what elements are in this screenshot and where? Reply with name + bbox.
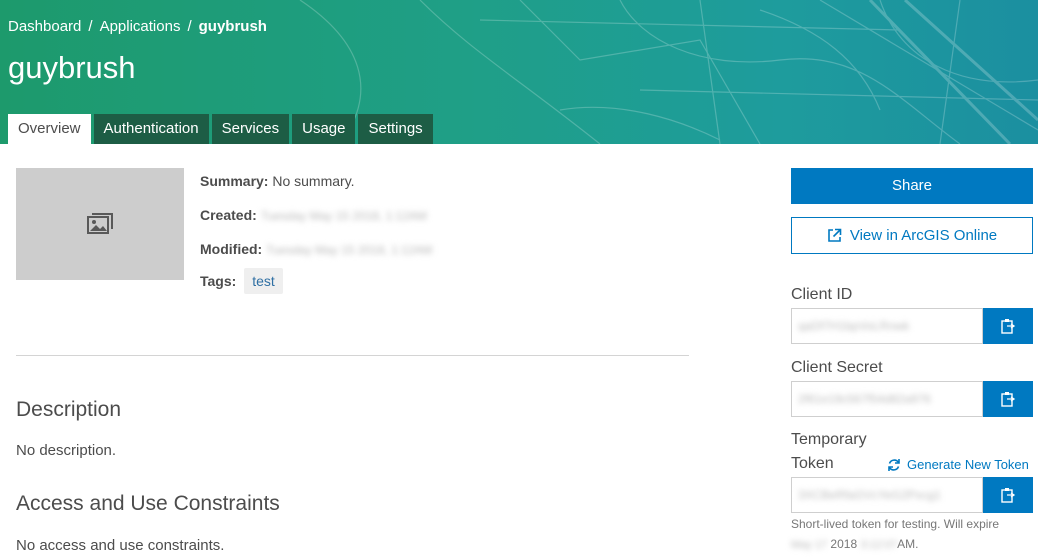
modified-label: Modified: [200,241,263,257]
summary-value: No summary. [272,173,355,189]
description-heading: Description [16,398,122,421]
copy-client-secret-button[interactable] [983,381,1033,417]
created-row: Created: Tuesday May 15 2018, 1:12AM [200,207,427,223]
token-expiry-date: May 17 [791,539,828,551]
tab-bar: Overview Authentication Services Usage S… [8,114,433,144]
client-id-field[interactable]: qaDf7H1bpVoLRnwk [791,308,983,344]
client-secret-label: Client Secret [791,359,883,376]
client-id-label: Client ID [791,286,853,303]
page-header: Dashboard / Applications / guybrush guybrush… [0,0,1038,144]
copy-client-id-button[interactable] [983,308,1033,344]
clipboard-icon [1001,392,1016,407]
breadcrumb-separator: / [88,18,93,35]
external-link-icon [828,228,842,242]
clipboard-icon [1001,488,1016,503]
constraints-text: No access and use constraints. [16,537,225,554]
temporary-token-value: 3XCBeRfaGVcYeG2Pxcg1 [798,488,941,502]
tab-usage[interactable]: Usage [292,114,356,144]
tab-overview[interactable]: Overview [8,114,91,144]
breadcrumb-current: guybrush [198,18,267,35]
tab-authentication[interactable]: Authentication [93,114,209,144]
tab-settings[interactable]: Settings [358,114,433,144]
breadcrumb-applications-link[interactable]: Applications [100,18,181,35]
client-id-value: qaDf7H1bpVoLRnwk [798,319,910,333]
image-icon [87,213,113,234]
tag-chip[interactable]: test [244,268,283,294]
generate-token-link[interactable]: Generate New Token [887,457,1029,472]
page-title: guybrush [8,50,136,85]
generate-token-label: Generate New Token [907,457,1029,472]
breadcrumb-dashboard-link[interactable]: Dashboard [8,18,81,35]
clipboard-icon [1001,319,1016,334]
token-expiry-time: 3:12:07 [860,539,898,551]
constraints-heading: Access and Use Constraints [16,492,280,515]
created-label: Created: [200,207,257,223]
created-value: Tuesday May 15 2018, 1:12AM [260,209,428,223]
breadcrumb-separator: / [187,18,192,35]
description-text: No description. [16,442,117,459]
temporary-token-label-line2: Token [791,455,834,472]
token-expiry-ampm: AM. [897,537,919,551]
summary-label: Summary: [200,173,269,189]
tags-row: Tags: test [200,268,283,294]
tab-services[interactable]: Services [211,114,290,144]
client-secret-field[interactable]: 2f61e19c567f54d82a976 [791,381,983,417]
app-thumbnail [16,168,184,280]
temporary-token-field[interactable]: 3XCBeRfaGVcYeG2Pxcg1 [791,477,983,513]
view-in-arcgis-button[interactable]: View in ArcGIS Online [791,217,1033,254]
token-expiry-hint: Short-lived token for testing. Will expi… [791,514,1038,555]
share-button[interactable]: Share [791,168,1033,204]
view-in-arcgis-label: View in ArcGIS Online [849,227,998,244]
section-divider [16,355,689,356]
breadcrumb: Dashboard / Applications / guybrush [8,18,267,35]
temporary-token-label-line1: Temporary [791,431,867,448]
modified-value: Tuesday May 15 2018, 1:12AM [266,243,433,257]
token-expiry-year: 2018 [830,537,858,551]
refresh-icon [888,458,900,471]
client-secret-value: 2f61e19c567f54d82a976 [798,392,931,406]
summary-row: Summary: No summary. [200,173,355,189]
tags-label: Tags: [200,273,237,289]
modified-row: Modified: Tuesday May 15 2018, 1:12AM [200,241,432,257]
token-expiry-text: Short-lived token for testing. Will expi… [791,517,1000,531]
copy-token-button[interactable] [983,477,1033,513]
